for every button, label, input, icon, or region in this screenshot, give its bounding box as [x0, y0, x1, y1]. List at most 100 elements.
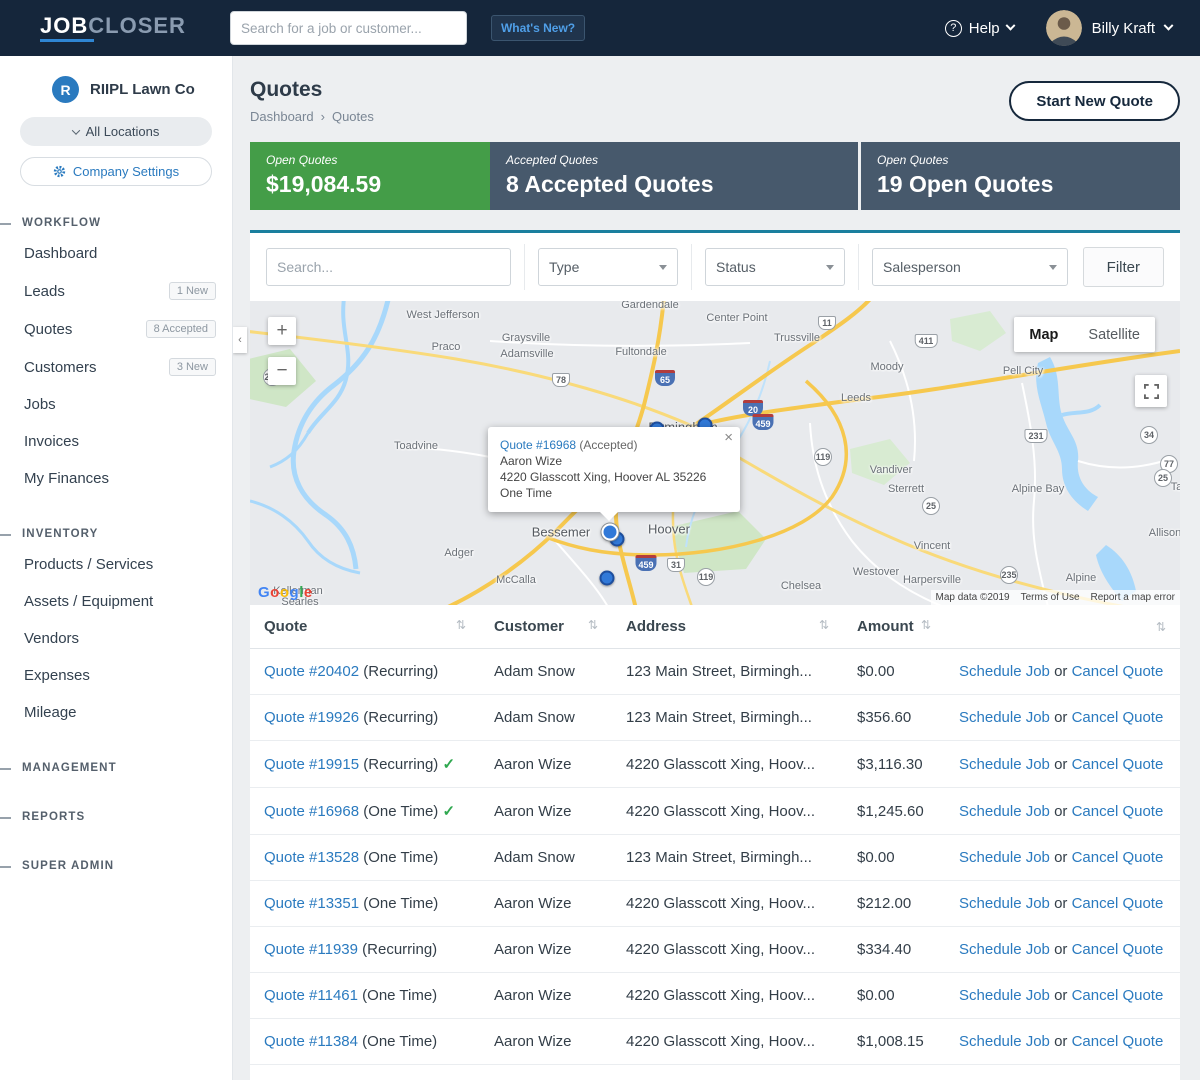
schedule-job-link[interactable]: Schedule Job — [959, 895, 1050, 912]
help-menu[interactable]: ? Help — [945, 20, 1014, 37]
sort-icon[interactable]: ⇅ — [588, 618, 598, 632]
app-logo[interactable]: JOBCLOSER — [40, 15, 186, 42]
info-window-quote-link[interactable]: Quote #16968 — [500, 438, 576, 452]
quote-link[interactable]: Quote #13351 — [264, 895, 359, 912]
route-shield: 78 — [552, 373, 570, 387]
user-menu[interactable]: Billy Kraft — [1046, 10, 1172, 46]
section-management[interactable]: MANAGEMENT — [0, 756, 232, 780]
quote-link[interactable]: Quote #11939 — [264, 941, 358, 958]
quote-link[interactable]: Quote #19915 — [264, 756, 359, 773]
table-row: Quote #16968 (One Time) ✓ Aaron Wize 422… — [250, 788, 1180, 835]
map-type-map-button[interactable]: Map — [1014, 317, 1073, 352]
fullscreen-icon — [1144, 384, 1159, 399]
quote-link[interactable]: Quote #20402 — [264, 663, 359, 680]
logo-primary: JOB — [40, 13, 88, 38]
sidebar-item-vendors[interactable]: Vendors — [0, 620, 232, 657]
status-select[interactable]: Status — [705, 248, 845, 286]
page-title: Quotes — [250, 78, 374, 102]
terms-of-use-link[interactable]: Terms of Use — [1021, 592, 1080, 603]
table-row: Quote #13351 (One Time) Aaron Wize 4220 … — [250, 881, 1180, 927]
column-header-quote: Quote⇅ — [250, 605, 480, 649]
whats-new-button[interactable]: What's New? — [491, 15, 585, 41]
filter-button[interactable]: Filter — [1083, 247, 1164, 287]
table-row: Quote #19926 (Recurring) Adam Snow 123 M… — [250, 695, 1180, 741]
quotes-map[interactable]: Gardendale West Jefferson Center Point T… — [250, 301, 1180, 605]
sort-icon[interactable]: ⇅ — [819, 618, 829, 632]
cancel-quote-link[interactable]: Cancel Quote — [1072, 941, 1164, 958]
schedule-job-link[interactable]: Schedule Job — [959, 987, 1050, 1004]
company-block: R RIIPL Lawn Co — [0, 76, 232, 103]
schedule-job-link[interactable]: Schedule Job — [959, 849, 1050, 866]
cancel-quote-link[interactable]: Cancel Quote — [1072, 663, 1164, 680]
cancel-quote-link[interactable]: Cancel Quote — [1072, 803, 1164, 820]
quotes-search-input[interactable] — [266, 248, 511, 286]
schedule-job-link[interactable]: Schedule Job — [959, 663, 1050, 680]
route-shield: 25 — [1154, 469, 1172, 487]
map-data-text: Map data ©2019 — [936, 592, 1010, 603]
cancel-quote-link[interactable]: Cancel Quote — [1072, 895, 1164, 912]
zoom-in-button[interactable]: + — [268, 317, 296, 345]
all-locations-dropdown[interactable]: All Locations — [20, 117, 212, 146]
sort-icon[interactable]: ⇅ — [1156, 620, 1166, 634]
quote-link[interactable]: Quote #16968 — [264, 803, 359, 820]
table-row: Quote #13528 (One Time) Adam Snow 123 Ma… — [250, 835, 1180, 881]
schedule-job-link[interactable]: Schedule Job — [959, 803, 1050, 820]
info-window-address: 4220 Glasscott Xing, Hoover AL 35226 — [500, 469, 728, 485]
cancel-quote-link[interactable]: Cancel Quote — [1072, 709, 1164, 726]
report-map-error-link[interactable]: Report a map error — [1091, 592, 1175, 603]
section-inventory[interactable]: INVENTORY — [0, 522, 232, 546]
map-type-satellite-button[interactable]: Satellite — [1073, 317, 1155, 352]
breadcrumb-dashboard[interactable]: Dashboard — [250, 109, 314, 124]
stat-label: Open Quotes — [877, 153, 1164, 167]
amount-cell: $356.60 — [843, 695, 945, 741]
cancel-quote-link[interactable]: Cancel Quote — [1072, 849, 1164, 866]
quote-map-marker[interactable] — [600, 571, 615, 586]
sidebar-item-mileage[interactable]: Mileage — [0, 694, 232, 731]
schedule-job-link[interactable]: Schedule Job — [959, 1033, 1050, 1050]
sidebar-item-leads[interactable]: Leads1 New — [0, 272, 232, 310]
fullscreen-button[interactable] — [1135, 375, 1167, 407]
section-workflow[interactable]: WORKFLOW — [0, 211, 232, 235]
map-label: Trussville — [774, 332, 820, 344]
gear-icon — [53, 165, 66, 178]
quote-link[interactable]: Quote #13528 — [264, 849, 359, 866]
sidebar-item-dashboard[interactable]: Dashboard — [0, 235, 232, 272]
sidebar-item-invoices[interactable]: Invoices — [0, 423, 232, 460]
quote-link[interactable]: Quote #11461 — [264, 987, 358, 1004]
schedule-job-link[interactable]: Schedule Job — [959, 756, 1050, 773]
section-reports[interactable]: REPORTS — [0, 805, 232, 829]
cancel-quote-link[interactable]: Cancel Quote — [1072, 756, 1164, 773]
close-icon[interactable]: × — [724, 430, 733, 446]
collapse-panel-tab[interactable]: ‹ — [233, 327, 247, 353]
sidebar-item-quotes[interactable]: Quotes8 Accepted — [0, 310, 232, 348]
section-super-admin[interactable]: SUPER ADMIN — [0, 854, 232, 878]
sidebar-item-assets-equipment[interactable]: Assets / Equipment — [0, 583, 232, 620]
zoom-out-button[interactable]: − — [268, 357, 296, 385]
divider — [691, 244, 692, 290]
sort-icon[interactable]: ⇅ — [456, 618, 466, 632]
sidebar-item-expenses[interactable]: Expenses — [0, 657, 232, 694]
quote-link[interactable]: Quote #11384 — [264, 1033, 358, 1050]
cancel-quote-link[interactable]: Cancel Quote — [1072, 1033, 1164, 1050]
start-new-quote-button[interactable]: Start New Quote — [1009, 81, 1180, 121]
schedule-job-link[interactable]: Schedule Job — [959, 941, 1050, 958]
sidebar-item-customers[interactable]: Customers3 New — [0, 348, 232, 386]
map-label: Chelsea — [781, 580, 821, 592]
route-shield: 119 — [697, 568, 715, 586]
quote-link[interactable]: Quote #19926 — [264, 709, 359, 726]
sort-icon[interactable]: ⇅ — [921, 618, 931, 632]
sidebar-item-products-services[interactable]: Products / Services — [0, 546, 232, 583]
sidebar-item-my-finances[interactable]: My Finances — [0, 460, 232, 497]
salesperson-select[interactable]: Salesperson — [872, 248, 1068, 286]
cancel-quote-link[interactable]: Cancel Quote — [1072, 987, 1164, 1004]
sidebar-item-jobs[interactable]: Jobs — [0, 386, 232, 423]
column-header-amount: Amount⇅ — [843, 605, 945, 649]
amount-cell: $0.00 — [843, 649, 945, 695]
quotes-table: Quote⇅ Customer⇅ Address⇅ Amount⇅ ⇅ Quot… — [250, 605, 1180, 1080]
company-settings-button[interactable]: Company Settings — [20, 157, 212, 186]
type-select[interactable]: Type — [538, 248, 678, 286]
customer-cell: Adam Snow — [480, 649, 612, 695]
schedule-job-link[interactable]: Schedule Job — [959, 709, 1050, 726]
stat-value: 8 Accepted Quotes — [506, 172, 842, 197]
global-search-input[interactable] — [230, 11, 467, 45]
